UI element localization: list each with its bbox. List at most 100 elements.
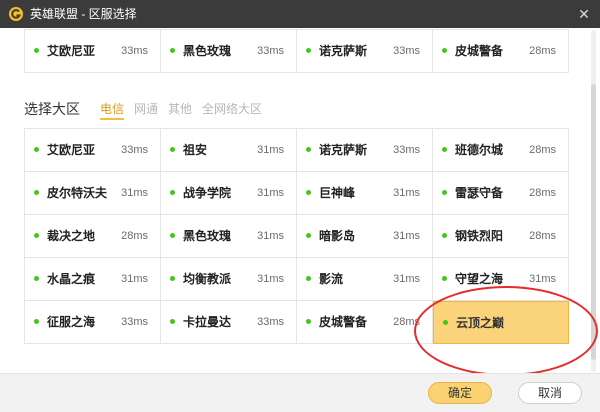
status-dot-icon bbox=[170, 48, 175, 53]
filter-tab[interactable]: 其他 bbox=[168, 101, 192, 117]
server-ping: 31ms bbox=[257, 187, 284, 199]
status-dot-icon bbox=[34, 319, 39, 324]
cancel-button[interactable]: 取消 bbox=[518, 382, 582, 404]
server-item[interactable]: 水晶之痕 31ms bbox=[25, 258, 161, 301]
server-item[interactable]: 均衡教派 31ms bbox=[161, 258, 297, 301]
server-ping: 28ms bbox=[529, 187, 556, 199]
server-select-panel: 艾欧尼亚 33ms 黑色玫瑰 33ms 诺克萨斯 33ms 皮城警备 28ms 选择大区 电信… bbox=[0, 28, 600, 373]
status-dot-icon bbox=[306, 233, 311, 238]
recent-server-item[interactable]: 黑色玫瑰 33ms bbox=[161, 30, 297, 73]
status-dot-icon bbox=[170, 147, 175, 152]
server-item[interactable]: 巨神峰 31ms bbox=[297, 172, 433, 215]
server-name: 巨神峰 bbox=[319, 186, 356, 200]
region-filter-tabs: 电信 网通 其他 全网络大区 bbox=[100, 101, 262, 120]
status-dot-icon bbox=[306, 190, 311, 195]
server-ping: 31ms bbox=[121, 273, 148, 285]
server-item[interactable]: 影流 31ms bbox=[297, 258, 433, 301]
recent-server-item[interactable]: 皮城警备 28ms bbox=[433, 30, 569, 73]
server-ping: 28ms bbox=[529, 144, 556, 156]
server-ping: 28ms bbox=[393, 316, 420, 328]
status-dot-icon bbox=[306, 319, 311, 324]
status-dot-icon bbox=[170, 276, 175, 281]
status-dot-icon bbox=[34, 276, 39, 281]
server-item[interactable]: 祖安 31ms bbox=[161, 129, 297, 172]
server-ping: 33ms bbox=[121, 45, 148, 57]
server-ping: 31ms bbox=[393, 273, 420, 285]
server-item[interactable]: 黑色玫瑰 31ms bbox=[161, 215, 297, 258]
server-ping: 33ms bbox=[393, 144, 420, 156]
server-name: 诺克萨斯 bbox=[319, 143, 368, 157]
filter-tab[interactable]: 全网络大区 bbox=[202, 101, 262, 117]
recent-server-item[interactable]: 艾欧尼亚 33ms bbox=[25, 30, 161, 73]
server-name: 影流 bbox=[319, 272, 344, 286]
recent-server-item[interactable]: 诺克萨斯 33ms bbox=[297, 30, 433, 73]
server-grid: 艾欧尼亚 33ms 祖安 31ms 诺克萨斯 33ms 班德尔城 28ms 皮尔特沃夫 31ms 战… bbox=[24, 128, 569, 344]
status-dot-icon bbox=[170, 319, 175, 324]
server-ping: 31ms bbox=[529, 273, 556, 285]
close-icon[interactable]: ✕ bbox=[574, 4, 594, 24]
server-name: 黑色玫瑰 bbox=[183, 44, 232, 58]
server-name: 征服之海 bbox=[47, 315, 96, 329]
server-item[interactable]: 裁决之地 28ms bbox=[25, 215, 161, 258]
server-item[interactable]: 雷瑟守备 28ms bbox=[433, 172, 569, 215]
status-dot-icon bbox=[442, 190, 447, 195]
status-dot-icon bbox=[34, 48, 39, 53]
status-dot-icon bbox=[170, 190, 175, 195]
scrollbar-thumb[interactable] bbox=[591, 84, 596, 360]
server-ping: 33ms bbox=[393, 45, 420, 57]
server-item[interactable]: 诺克萨斯 33ms bbox=[297, 129, 433, 172]
server-name: 皮城警备 bbox=[319, 315, 368, 329]
window-title: 英雄联盟 - 区服选择 bbox=[30, 7, 137, 21]
dialog-footer: 确定 取消 bbox=[0, 373, 600, 412]
server-name: 皮尔特沃夫 bbox=[47, 186, 108, 200]
server-ping: 31ms bbox=[257, 230, 284, 242]
status-dot-icon bbox=[34, 190, 39, 195]
server-name: 暗影岛 bbox=[319, 229, 356, 243]
server-name: 皮城警备 bbox=[455, 44, 504, 58]
server-item[interactable]: 皮尔特沃夫 31ms bbox=[25, 172, 161, 215]
server-item[interactable]: 守望之海 31ms bbox=[433, 258, 569, 301]
server-ping: 33ms bbox=[121, 144, 148, 156]
server-item[interactable]: 皮城警备 28ms bbox=[297, 301, 433, 344]
server-item[interactable]: 艾欧尼亚 33ms bbox=[25, 129, 161, 172]
server-item[interactable]: 战争学院 31ms bbox=[161, 172, 297, 215]
server-name: 裁决之地 bbox=[47, 229, 96, 243]
server-name: 诺克萨斯 bbox=[319, 44, 368, 58]
server-ping: 31ms bbox=[257, 273, 284, 285]
status-dot-icon bbox=[306, 48, 311, 53]
server-ping: 31ms bbox=[257, 144, 284, 156]
server-name: 战争学院 bbox=[183, 186, 232, 200]
status-dot-icon bbox=[34, 233, 39, 238]
server-name: 云顶之巅 bbox=[456, 316, 505, 330]
filter-tab[interactable]: 电信 bbox=[100, 101, 125, 120]
server-ping: 28ms bbox=[529, 45, 556, 57]
server-ping: 28ms bbox=[529, 230, 556, 242]
server-item[interactable]: 班德尔城 28ms bbox=[433, 129, 569, 172]
server-item[interactable]: 钢铁烈阳 28ms bbox=[433, 215, 569, 258]
server-name: 艾欧尼亚 bbox=[47, 44, 96, 58]
status-dot-icon bbox=[442, 276, 447, 281]
status-dot-icon bbox=[443, 320, 448, 325]
filter-tab[interactable]: 网通 bbox=[134, 101, 158, 117]
server-item[interactable]: 云顶之巅 bbox=[433, 301, 569, 344]
server-ping: 33ms bbox=[121, 316, 148, 328]
server-name: 班德尔城 bbox=[455, 143, 504, 157]
server-ping: 31ms bbox=[393, 187, 420, 199]
server-name: 守望之海 bbox=[455, 272, 504, 286]
server-item[interactable]: 暗影岛 31ms bbox=[297, 215, 433, 258]
server-name: 祖安 bbox=[183, 143, 208, 157]
server-name: 艾欧尼亚 bbox=[47, 143, 96, 157]
server-name: 雷瑟守备 bbox=[455, 186, 504, 200]
league-logo-icon bbox=[9, 7, 23, 21]
server-name: 均衡教派 bbox=[183, 272, 232, 286]
confirm-button[interactable]: 确定 bbox=[428, 382, 492, 404]
status-dot-icon bbox=[306, 147, 311, 152]
server-ping: 33ms bbox=[257, 45, 284, 57]
status-dot-icon bbox=[34, 147, 39, 152]
server-name: 黑色玫瑰 bbox=[183, 229, 232, 243]
recent-server-grid: 艾欧尼亚 33ms 黑色玫瑰 33ms 诺克萨斯 33ms 皮城警备 28ms bbox=[24, 29, 569, 73]
status-dot-icon bbox=[442, 147, 447, 152]
server-item[interactable]: 卡拉曼达 33ms bbox=[161, 301, 297, 344]
server-ping: 31ms bbox=[393, 230, 420, 242]
server-item[interactable]: 征服之海 33ms bbox=[25, 301, 161, 344]
